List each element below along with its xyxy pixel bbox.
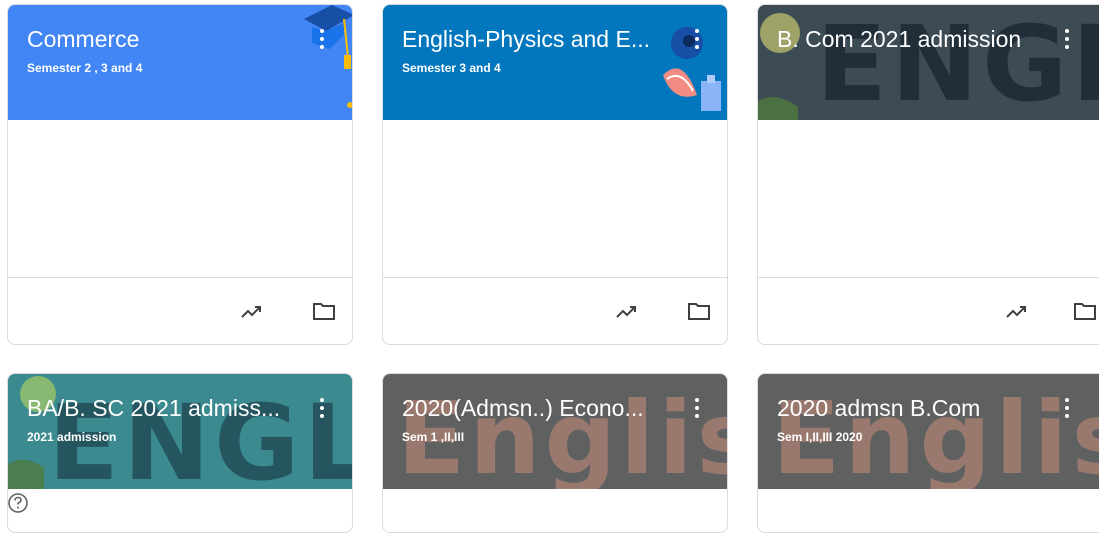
- more-options-button[interactable]: [310, 394, 334, 422]
- class-banner[interactable]: ENGLIS B. Com 2021 admission: [758, 5, 1099, 120]
- more-options-button[interactable]: [685, 25, 709, 53]
- trending-up-icon[interactable]: [236, 295, 268, 327]
- class-section: 2021 admission: [27, 430, 117, 444]
- trending-up-icon[interactable]: [1001, 295, 1033, 327]
- class-title[interactable]: 2020 admsn B.Com: [777, 394, 1047, 422]
- english-banner-art: ENGLIS: [816, 5, 1099, 120]
- help-icon[interactable]: [7, 492, 29, 514]
- graduation-cap-illustration: [304, 5, 352, 108]
- trending-up-icon[interactable]: [611, 295, 643, 327]
- class-card[interactable]: ENGLIS B. Com 2021 admission: [757, 4, 1099, 345]
- class-banner[interactable]: English-Physics and E... Semester 3 and …: [383, 5, 727, 120]
- folder-icon[interactable]: [683, 295, 715, 327]
- more-options-button[interactable]: [685, 394, 709, 422]
- class-title[interactable]: 2020(Admsn..) Econo...: [402, 394, 672, 422]
- class-section: Semester 3 and 4: [402, 61, 501, 75]
- more-options-button[interactable]: [1055, 394, 1079, 422]
- class-title[interactable]: BA/B. SC 2021 admiss...: [27, 394, 297, 422]
- class-card[interactable]: English 2020 admsn B.Com Sem I,II,III 20…: [757, 373, 1099, 533]
- class-banner[interactable]: ENGLIS BA/B. SC 2021 admiss... 2021 admi…: [8, 374, 352, 489]
- class-title[interactable]: Commerce: [27, 25, 297, 53]
- folder-icon[interactable]: [1069, 295, 1099, 327]
- card-footer: [383, 277, 727, 344]
- class-title[interactable]: English-Physics and E...: [402, 25, 672, 53]
- class-title[interactable]: B. Com 2021 admission: [777, 25, 1047, 53]
- class-section: Semester 2 , 3 and 4: [27, 61, 143, 75]
- class-card[interactable]: Commerce Semester 2 , 3 and 4: [7, 4, 353, 345]
- card-footer: [758, 277, 1099, 344]
- class-card[interactable]: English 2020(Admsn..) Econo... Sem 1 ,II…: [382, 373, 728, 533]
- class-section: Sem I,II,III 2020: [777, 430, 863, 444]
- class-banner[interactable]: Commerce Semester 2 , 3 and 4: [8, 5, 352, 120]
- folder-icon[interactable]: [308, 295, 340, 327]
- class-card[interactable]: ENGLIS BA/B. SC 2021 admiss... 2021 admi…: [7, 373, 353, 533]
- more-options-button[interactable]: [1055, 25, 1079, 53]
- class-banner[interactable]: English 2020 admsn B.Com Sem I,II,III 20…: [758, 374, 1099, 489]
- class-card[interactable]: English-Physics and E... Semester 3 and …: [382, 4, 728, 345]
- class-banner[interactable]: English 2020(Admsn..) Econo... Sem 1 ,II…: [383, 374, 727, 489]
- class-section: Sem 1 ,II,III: [402, 430, 465, 444]
- more-options-button[interactable]: [310, 25, 334, 53]
- light-bulb-illustration: [758, 13, 800, 120]
- card-footer: [8, 277, 352, 344]
